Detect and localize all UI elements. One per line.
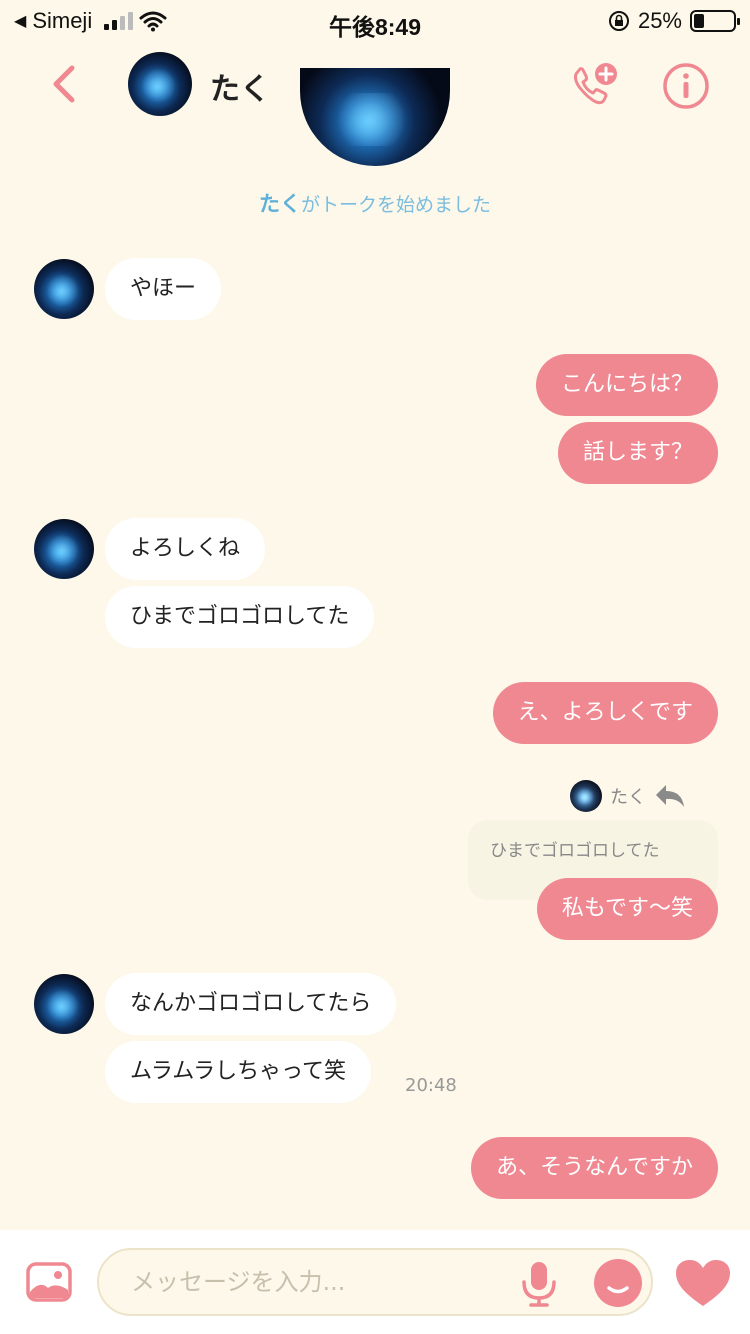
status-right: 25% xyxy=(608,8,740,34)
message-input[interactable] xyxy=(131,1250,511,1314)
message-bubble-outgoing[interactable]: 話します？ xyxy=(557,422,718,484)
message-bubble-outgoing[interactable]: 私もです〜笑 xyxy=(536,878,718,940)
message-bubble-incoming[interactable]: ひまでゴロゴロしてた xyxy=(105,586,375,648)
heart-icon[interactable] xyxy=(674,1258,732,1308)
sender-avatar[interactable] xyxy=(34,259,94,319)
contact-profile-image[interactable] xyxy=(300,68,450,166)
info-icon[interactable] xyxy=(662,62,710,110)
message-bubble-incoming[interactable]: よろしくね xyxy=(105,518,266,580)
battery-fill xyxy=(694,14,704,28)
contact-name[interactable]: たく xyxy=(210,64,270,108)
message-bubble-outgoing[interactable]: え、よろしくです xyxy=(492,682,718,744)
back-chevron-icon[interactable] xyxy=(44,62,84,106)
sender-avatar[interactable] xyxy=(34,519,94,579)
image-gallery-icon[interactable] xyxy=(26,1262,72,1302)
message-input-wrapper xyxy=(97,1248,653,1316)
microphone-icon[interactable] xyxy=(519,1260,559,1308)
status-bar: ◀ Simeji 午後8:49 25% xyxy=(0,0,750,44)
message-bubble-incoming[interactable]: ムラムラしちゃって笑 xyxy=(105,1041,372,1103)
add-call-icon[interactable] xyxy=(568,62,620,110)
chat-start-notice: たくがトークを始めました xyxy=(0,188,750,218)
reply-avatar xyxy=(570,780,602,812)
reply-header: たく xyxy=(570,780,686,812)
battery-icon xyxy=(690,10,740,32)
message-bubble-outgoing[interactable]: こんにちは？ xyxy=(535,354,718,416)
composer-bar xyxy=(0,1230,750,1334)
reply-arrow-icon xyxy=(656,785,684,807)
battery-percent: 25% xyxy=(637,8,682,33)
contact-avatar[interactable] xyxy=(128,52,192,116)
chat-start-text: がトークを始めました xyxy=(300,194,491,216)
message-timestamp: 20:48 xyxy=(405,1075,457,1096)
sender-avatar[interactable] xyxy=(34,974,94,1034)
rotation-lock-icon xyxy=(608,11,629,31)
emoji-icon[interactable] xyxy=(593,1258,643,1308)
chat-start-name: たく xyxy=(258,192,301,216)
message-bubble-outgoing[interactable]: あ、そうなんですか xyxy=(471,1137,718,1199)
message-bubble-incoming[interactable]: やほー xyxy=(105,258,222,320)
message-bubble-incoming[interactable]: なんかゴロゴロしてたら xyxy=(105,973,397,1035)
reply-sender-name: たく xyxy=(610,787,646,808)
